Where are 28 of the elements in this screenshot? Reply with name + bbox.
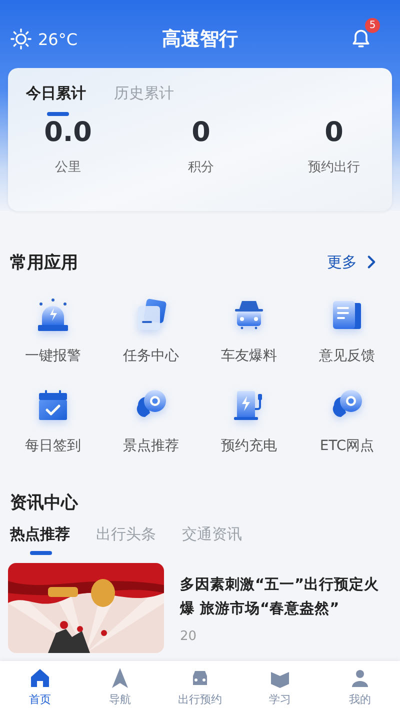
news-date: 20 (180, 629, 198, 644)
app-label[interactable]: ETC网点 (320, 437, 374, 455)
news-title[interactable]: 多因素刺激“五一”出行预定火爆 旅游市场“春意盎然” (180, 573, 392, 621)
temperature-text: 26°C (38, 30, 78, 48)
section-title: 常用应用 (10, 252, 78, 274)
app-label[interactable]: 预约充电 (221, 437, 277, 455)
section-title: 资讯中心 (10, 493, 78, 513)
stat-label: 公里 (55, 159, 81, 176)
more-link[interactable]: 更多 (327, 252, 376, 272)
notification-badge: 5 (365, 18, 380, 33)
chevron-right-icon[interactable] (367, 255, 376, 269)
bell-icon[interactable] (350, 28, 372, 50)
stats-tab[interactable]: 今日累计 (26, 84, 86, 114)
app-label[interactable]: 任务中心 (123, 347, 179, 365)
app-title: 高速智行 (162, 27, 238, 52)
stat-label: 预约出行 (308, 159, 360, 176)
app-label[interactable]: 意见反馈 (319, 347, 375, 365)
stat-value: 0 (324, 116, 344, 150)
app-label[interactable]: 每日签到 (25, 437, 81, 455)
nav-tab[interactable]: 首页 (0, 661, 80, 711)
app-label[interactable]: 景点推荐 (123, 437, 179, 455)
app-label[interactable]: 车友爆料 (221, 347, 277, 365)
stat-value: 0.0 (44, 116, 92, 150)
stat-value: 0 (192, 116, 210, 150)
sun-icon (10, 28, 32, 50)
home-icon[interactable] (28, 666, 52, 690)
app-label[interactable]: 一键报警 (25, 347, 81, 365)
stat-label: 积分 (188, 159, 214, 176)
